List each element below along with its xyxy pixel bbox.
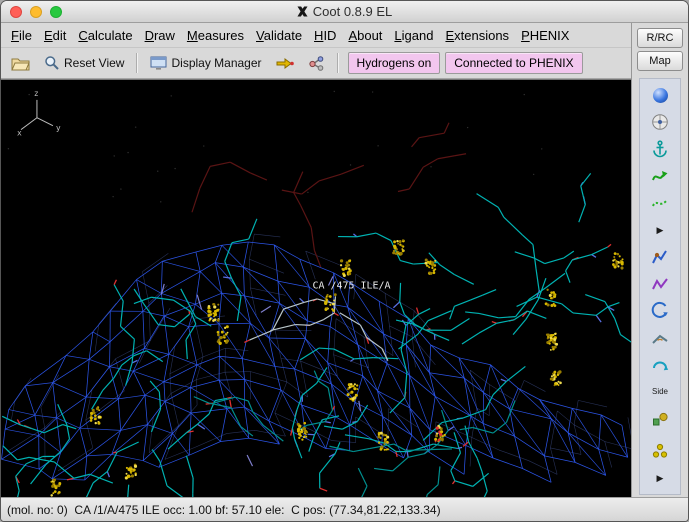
flip-peptide-button[interactable] [648, 353, 672, 377]
mutate-button[interactable] [648, 407, 672, 431]
map-button[interactable]: Map [637, 51, 683, 71]
right-sidebar: R/RC Map ▶ Side ▶ [631, 23, 688, 497]
menubar: File Edit Calculate Draw Measures Valida… [1, 23, 631, 48]
regularize-zone-button[interactable] [648, 191, 672, 215]
side-chain-flip-button[interactable]: Side [648, 380, 672, 404]
magnifier-icon [45, 56, 59, 70]
body-row: File Edit Calculate Draw Measures Valida… [1, 23, 688, 497]
minimize-button[interactable] [30, 5, 42, 18]
menu-draw[interactable]: Draw [139, 25, 181, 46]
reset-view-button[interactable]: Reset View [38, 51, 130, 75]
hydrogens-toggle-button[interactable]: Hydrogens on [347, 52, 441, 74]
coot-window: Coot 0.8.9 EL File Edit Calculate Draw M… [0, 0, 689, 522]
torsion-general-icon [652, 334, 668, 344]
edit-chi-angles-icon [651, 301, 668, 318]
display-manager-icon [150, 56, 167, 70]
more-tools-icon: ▶ [656, 472, 664, 483]
traffic-lights [10, 5, 62, 18]
menu-calculate[interactable]: Calculate [72, 25, 138, 46]
rotate-translate-button[interactable] [648, 110, 672, 134]
toolbar-separator [336, 53, 339, 73]
status-bar: (mol. no: 0) CA /1/A/475 ILE occ: 1.00 b… [1, 497, 688, 521]
menu-validate[interactable]: Validate [250, 25, 308, 46]
gl-canvas[interactable]: x y z CA /475 ILE/A [1, 79, 631, 497]
go-to-atom-button[interactable] [270, 52, 300, 75]
open-folder-icon [11, 58, 30, 70]
expander-more-icon: ▶ [656, 224, 664, 235]
sphere-refine-button[interactable] [648, 83, 672, 107]
menu-ligand[interactable]: Ligand [388, 25, 439, 46]
toolbar: Reset View Display Manager Hydrogens on … [1, 48, 631, 79]
toolbar-separator [136, 53, 139, 73]
mutate-icon [653, 412, 668, 426]
modelling-toolbar: ▶ Side ▶ [639, 78, 681, 495]
reset-view-label: Reset View [64, 56, 125, 70]
rotate-translate-icon [652, 114, 668, 130]
rrc-button[interactable]: R/RC [637, 28, 683, 48]
torsion-general-button[interactable] [648, 326, 672, 350]
auto-fit-rotamer-icon [652, 250, 667, 264]
add-alt-conf-button[interactable] [648, 439, 672, 463]
real-space-refine-button[interactable] [648, 164, 672, 188]
svg-text:y: y [56, 124, 61, 133]
open-coordinates-button[interactable] [5, 52, 36, 75]
rigid-body-fit-button[interactable] [648, 137, 672, 161]
real-space-refine-icon [652, 171, 668, 181]
x11-icon [297, 6, 308, 17]
menu-phenix[interactable]: PHENIX [515, 25, 575, 46]
phenix-connection-button[interactable]: Connected to PHENIX [445, 52, 583, 74]
scene-svg: x y z CA /475 ILE/A [1, 80, 631, 497]
rotamers-icon [652, 278, 668, 290]
svg-text:x: x [17, 129, 22, 138]
menu-about[interactable]: About [342, 25, 388, 46]
atom-label: CA /475 ILE/A [313, 281, 391, 292]
flip-peptide-icon [653, 361, 669, 371]
menu-edit[interactable]: Edit [38, 25, 72, 46]
display-manager-button[interactable]: Display Manager [144, 52, 267, 74]
ligand-atoms-icon [308, 56, 323, 71]
menu-extensions[interactable]: Extensions [439, 25, 515, 46]
menu-file[interactable]: File [5, 25, 38, 46]
add-alt-conf-icon [652, 443, 668, 458]
rigid-body-fit-icon [653, 140, 667, 158]
window-title: Coot 0.8.9 EL [312, 4, 393, 19]
zoom-button[interactable] [50, 5, 62, 18]
side-chain-flip-icon: Side [651, 387, 668, 396]
display-manager-label: Display Manager [171, 56, 262, 70]
status-text: (mol. no: 0) CA /1/A/475 ILE occ: 1.00 b… [7, 502, 441, 517]
expander-more-button[interactable]: ▶ [648, 218, 672, 242]
more-tools-button[interactable]: ▶ [648, 466, 672, 490]
close-button[interactable] [10, 5, 22, 18]
go-to-ligand-button[interactable] [302, 51, 331, 75]
regularize-zone-icon [652, 199, 668, 207]
menu-measures[interactable]: Measures [181, 25, 250, 46]
go-to-atom-arrow-icon [276, 57, 294, 69]
titlebar: Coot 0.8.9 EL [1, 1, 688, 23]
main-column: File Edit Calculate Draw Measures Valida… [1, 23, 631, 497]
title-wrap: Coot 0.8.9 EL [1, 4, 688, 19]
rotamers-button[interactable] [648, 272, 672, 296]
svg-text:z: z [34, 89, 39, 98]
edit-chi-angles-button[interactable] [648, 299, 672, 323]
sphere-refine-icon [652, 87, 668, 103]
menu-hid[interactable]: HID [308, 25, 342, 46]
auto-fit-rotamer-button[interactable] [648, 245, 672, 269]
